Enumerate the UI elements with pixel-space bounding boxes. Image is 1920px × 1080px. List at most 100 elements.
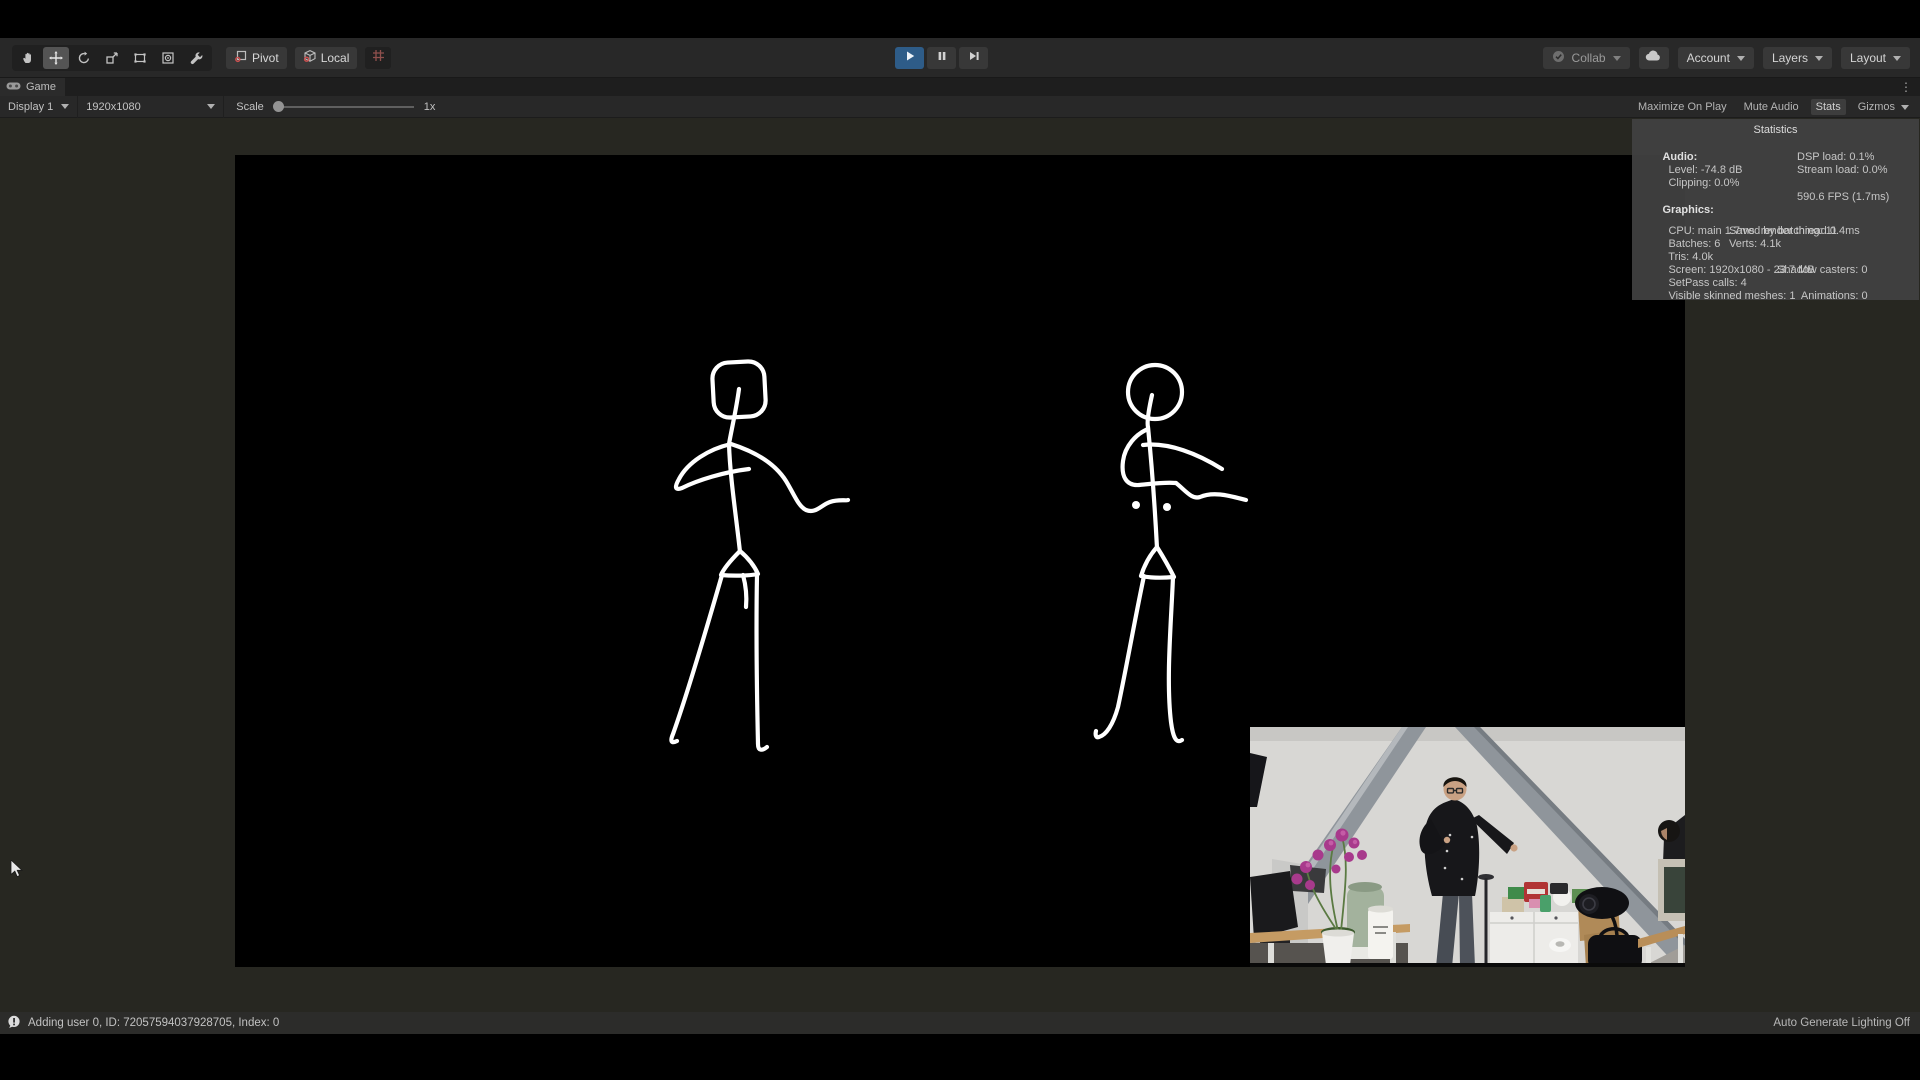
saved-by-batching: Saved by batching: 11 [1729,225,1837,238]
scale-label: Scale [236,101,264,113]
scale-value: 1x [424,101,436,113]
transform-tools-group [12,45,212,71]
mute-audio-toggle[interactable]: Mute Audio [1739,99,1804,115]
mug [1368,906,1393,960]
step-icon [968,49,980,67]
game-view-control-bar: Display 1 1920x1080 Scale 1x Maximize On… [0,96,1920,118]
toolbar-right-group: Collab Account Layers Layout [1543,47,1910,69]
chevron-down-icon [1901,105,1909,110]
account-label: Account [1687,51,1730,65]
play-icon [904,49,916,67]
shadow-casters: Shadow casters: 0 [1777,264,1868,277]
layers-label: Layers [1772,51,1808,65]
move-tool-button[interactable] [43,47,69,69]
info-icon [7,1015,21,1032]
layout-dropdown[interactable]: Layout [1841,47,1910,69]
auto-generate-lighting-toggle[interactable]: Auto Generate Lighting Off [1773,1017,1910,1029]
stats-row: Clipping: 0.0% Stream load: 0.0% [1638,164,1913,177]
chevron-down-icon [1737,56,1745,61]
resolution-label: 1920x1080 [86,101,140,113]
stats-row: CPU: main 1.7ms render thread 0.4ms [1638,212,1913,225]
scale-slider[interactable] [274,96,414,118]
stick-figure-right [1096,365,1246,741]
stats-row: Visible skinned meshes: 1 Animations: 0 [1638,277,1913,290]
unity-editor-window: Pivot Local Collab [0,0,1920,1080]
game-view-toggles: Maximize On Play Mute Audio Stats Gizmos [1633,96,1914,118]
audio-header-row: Audio: [1638,138,1913,151]
wrench-icon [188,50,204,66]
main-toolbar: Pivot Local Collab [0,38,1920,78]
webcam-video-feed [1250,727,1685,967]
stats-row: Batches: 6 Saved by batching: 11 [1638,225,1913,238]
play-button[interactable] [895,47,924,69]
gamepad-icon [6,81,21,94]
audio-dsp-load: DSP load: 0.1% [1797,151,1874,164]
layout-label: Layout [1850,51,1886,65]
gizmos-label: Gizmos [1858,101,1895,113]
audio-clipping: Clipping: 0.0% [1668,177,1739,189]
stick-figure-left [671,361,848,750]
window-top-strip [0,0,1920,38]
scale-tool-button[interactable] [99,47,125,69]
chevron-down-icon [1613,56,1621,61]
chevron-down-icon [1815,56,1823,61]
hand-tool-button[interactable] [15,47,41,69]
stats-row: Tris: 4.0k Verts: 4.1k [1638,238,1913,251]
cloud-icon [1645,49,1662,67]
tab-overflow-menu[interactable]: ⋮ [1900,78,1912,96]
move-icon [48,50,64,66]
pause-button[interactable] [927,47,956,69]
status-message-text: Adding user 0, ID: 72057594037928705, In… [28,1017,279,1029]
audio-stream-load: Stream load: 0.0% [1797,164,1888,177]
tab-game[interactable]: Game [0,78,65,96]
resolution-dropdown[interactable]: 1920x1080 [78,96,224,118]
white-cabinet [1490,912,1578,967]
rotate-tool-button[interactable] [71,47,97,69]
collab-label: Collab [1572,51,1606,65]
layers-dropdown[interactable]: Layers [1763,47,1832,69]
chevron-down-icon [1893,56,1901,61]
rect-tool-button[interactable] [127,47,153,69]
statistics-title: Statistics [1638,124,1913,138]
chevron-down-icon [207,104,215,109]
stats-toggle[interactable]: Stats [1811,99,1846,115]
transform-tool-button[interactable] [155,47,181,69]
statistics-overlay: Statistics Audio: Level: -74.8 dB DSP lo… [1632,119,1919,300]
local-toggle[interactable]: Local [295,47,358,69]
graphics-header-row: Graphics: 590.6 FPS (1.7ms) [1638,191,1913,204]
hand [1444,837,1450,843]
collab-check-icon [1552,50,1565,66]
grid-snap-icon [371,48,386,68]
chevron-down-icon [61,104,69,109]
cloud-button[interactable] [1639,47,1669,69]
maximize-on-play-toggle[interactable]: Maximize On Play [1633,99,1732,115]
fps-value: 590.6 FPS (1.7ms) [1797,191,1889,204]
tab-game-label: Game [26,81,56,93]
gizmos-dropdown[interactable]: Gizmos [1853,99,1914,115]
stats-row: Screen: 1920x1080 - 23.7 MB [1638,251,1913,264]
account-dropdown[interactable]: Account [1678,47,1754,69]
collab-dropdown[interactable]: Collab [1543,47,1630,69]
step-button[interactable] [959,47,988,69]
game-viewport[interactable] [235,155,1685,967]
pivot-local-group: Pivot Local [226,47,391,69]
slider-track[interactable] [274,106,414,108]
skinned-meshes: Visible skinned meshes: 1 Animations: 0 [1668,290,1867,302]
local-label: Local [321,51,350,65]
game-view-panel: Statistics Audio: Level: -74.8 dB DSP lo… [0,118,1920,1012]
hand-icon [20,50,36,66]
view-tab-bar: Game ⋮ [0,78,1920,96]
pivot-toggle[interactable]: Pivot [226,47,287,69]
window-bottom-strip [0,1034,1920,1080]
stats-row: Level: -74.8 dB DSP load: 0.1% [1638,151,1913,164]
pause-icon [936,49,948,67]
slider-handle[interactable] [273,101,284,112]
console-status-message[interactable]: Adding user 0, ID: 72057594037928705, In… [7,1015,279,1032]
hand [1510,844,1517,851]
transform-icon [160,50,176,66]
scale-control: Scale 1x [236,96,435,118]
verts: Verts: 4.1k [1729,238,1781,251]
custom-tool-button[interactable] [183,47,209,69]
display-dropdown[interactable]: Display 1 [0,96,78,118]
grid-snap-button[interactable] [365,47,391,69]
